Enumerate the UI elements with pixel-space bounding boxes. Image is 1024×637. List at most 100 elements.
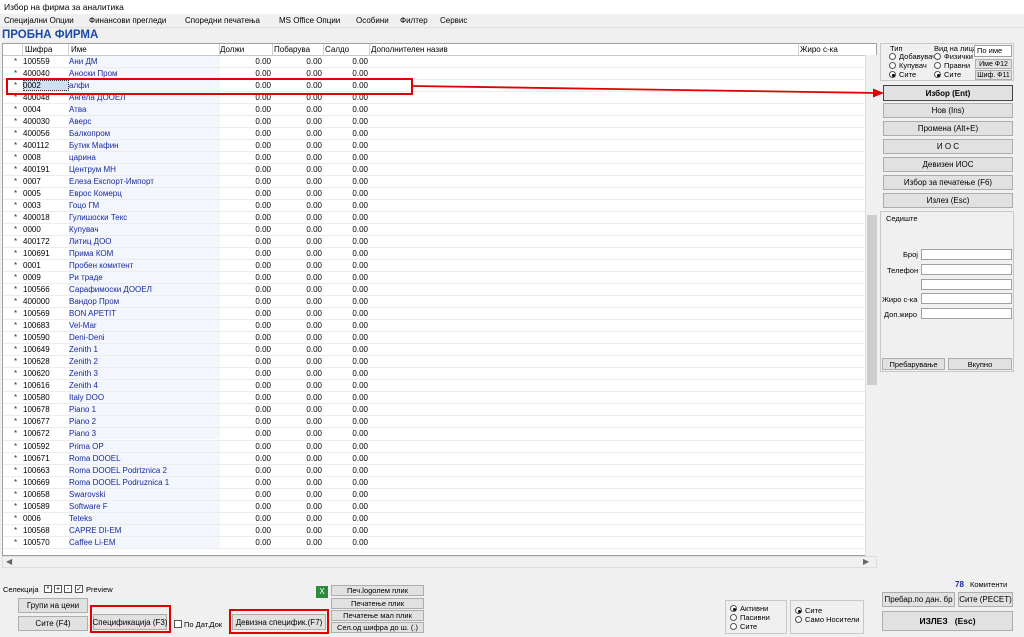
menu-special-options[interactable]: Специјални Опции — [4, 16, 74, 25]
search-by-tax-button[interactable]: Пребар.по дан. бр — [882, 592, 955, 607]
exit-main-button[interactable]: ИЗЛЕЗ (Esc) — [882, 611, 1013, 631]
table-row[interactable]: * 0001 Пробен комитент 0.00 0.00 0.00 — [3, 260, 865, 273]
by-doc-date-checkbox[interactable] — [174, 620, 182, 628]
search-by-name-button[interactable]: Име Ф12 — [975, 59, 1012, 69]
table-row[interactable]: * 0008 царина 0.00 0.00 0.00 — [3, 152, 865, 165]
table-row[interactable]: * 100590 Deni-Deni 0.00 0.00 0.00 — [3, 332, 865, 345]
table-row[interactable]: * 0007 Елеза Експорт-Импорт 0.00 0.00 0.00 — [3, 176, 865, 189]
exit-button[interactable]: Излез (Esc) — [883, 193, 1013, 208]
partners-grid[interactable]: Шифра Име Должи Побарува Салдо Дополните… — [2, 43, 877, 556]
tip-supplier-radio[interactable] — [889, 53, 896, 60]
table-row[interactable]: * 100580 Italy DOO 0.00 0.00 0.00 — [3, 392, 865, 405]
number-field[interactable] — [921, 249, 1012, 260]
status-active-radio[interactable] — [730, 605, 737, 612]
status-all-radio[interactable] — [730, 623, 737, 630]
scroll-left-icon[interactable]: ◀ — [6, 557, 12, 566]
status-passive-radio[interactable] — [730, 614, 737, 621]
menu-service[interactable]: Сервис — [440, 16, 467, 25]
carrier-all-radio[interactable] — [795, 607, 802, 614]
col-header-pobaruva[interactable]: Побарува — [274, 45, 310, 54]
giro-field[interactable] — [921, 293, 1012, 304]
select-button[interactable]: Избор (Ent) — [883, 85, 1013, 101]
table-row[interactable]: * 100620 Zenith 3 0.00 0.00 0.00 — [3, 368, 865, 381]
table-row[interactable]: * 0009 Ри траде 0.00 0.00 0.00 — [3, 272, 865, 285]
menu-side-prints[interactable]: Споредни печатења — [185, 16, 260, 25]
table-row[interactable]: * 400112 Бутик Мафин 0.00 0.00 0.00 — [3, 140, 865, 153]
menu-ms-office[interactable]: MS Office Опции — [279, 16, 340, 25]
scroll-right-icon[interactable]: ▶ — [863, 557, 869, 566]
table-row[interactable]: * 0004 Атва 0.00 0.00 0.00 — [3, 104, 865, 117]
select-add-icon[interactable]: + — [54, 585, 62, 593]
table-row[interactable]: * 100691 Прима КОМ 0.00 0.00 0.00 — [3, 248, 865, 261]
print-envelope-button[interactable]: Печатење плик — [331, 598, 424, 609]
ios-button[interactable]: И О С — [883, 139, 1013, 154]
table-row[interactable]: * 100568 CAPRE DI-EM 0.00 0.00 0.00 — [3, 524, 865, 537]
menu-financial-reports[interactable]: Финансови прегледи — [89, 16, 166, 25]
excel-icon[interactable]: X — [316, 586, 328, 598]
table-row[interactable]: * 100616 Zenith 4 0.00 0.00 0.00 — [3, 380, 865, 393]
table-row[interactable]: * 100559 Ани ДМ 0.00 0.00 0.00 — [3, 56, 865, 69]
additional-giro-field[interactable] — [921, 308, 1012, 319]
table-row[interactable]: * 100570 Caffee Li-EM 0.00 0.00 0.00 — [3, 536, 865, 549]
table-row[interactable]: * 100569 BON APETIT 0.00 0.00 0.00 — [3, 308, 865, 321]
table-row[interactable]: * 0003 Гоцо ГМ 0.00 0.00 0.00 — [3, 200, 865, 213]
table-row[interactable]: * 100658 Swarovski 0.00 0.00 0.00 — [3, 488, 865, 501]
col-header-code[interactable]: Шифра — [25, 45, 52, 54]
table-row[interactable]: * 100649 Zenith 1 0.00 0.00 0.00 — [3, 344, 865, 357]
table-row[interactable]: * 100589 Software F 0.00 0.00 0.00 — [3, 500, 865, 513]
search-by-code-button[interactable]: Шиф. Ф11 — [975, 70, 1012, 80]
vertical-scroll-thumb[interactable] — [867, 215, 877, 385]
table-row[interactable]: * 100663 Roma DOOEL Podrtznica 2 0.00 0.00 0.… — [3, 464, 865, 477]
table-row[interactable]: * 400172 Литиц ДОО 0.00 0.00 0.00 — [3, 236, 865, 249]
carrier-only-radio[interactable] — [795, 616, 802, 623]
table-row[interactable]: * 0005 Еврос Комерц 0.00 0.00 0.00 — [3, 188, 865, 201]
select-code-range-button[interactable]: Сел.од шифра до ш. (.) — [331, 622, 424, 633]
vid-physical-radio[interactable] — [934, 53, 941, 60]
col-header-saldo[interactable]: Салдо — [325, 45, 349, 54]
tip-buyer-radio[interactable] — [889, 62, 896, 69]
table-row[interactable]: * 400056 Балкопром 0.00 0.00 0.00 — [3, 128, 865, 141]
edit-button[interactable]: Промена (Alt+E) — [883, 121, 1013, 136]
select-all-icon[interactable]: * — [44, 585, 52, 593]
col-header-name[interactable]: Име — [71, 45, 87, 54]
table-row[interactable]: * 400000 Вандор Пром 0.00 0.00 0.00 — [3, 296, 865, 309]
table-row[interactable]: * 0006 Teteks 0.00 0.00 0.00 — [3, 512, 865, 525]
table-row[interactable]: * 400030 Аверс 0.00 0.00 0.00 — [3, 116, 865, 129]
phone-field[interactable] — [921, 264, 1012, 275]
menu-properties[interactable]: Особини — [356, 16, 389, 25]
table-row[interactable]: * 100671 Roma DOOEL 0.00 0.00 0.00 — [3, 452, 865, 465]
search-mode-field[interactable]: По име — [974, 45, 1012, 57]
table-row[interactable]: * 100678 Piano 1 0.00 0.00 0.00 — [3, 404, 865, 417]
table-row[interactable]: * 100669 Roma DOOEL Podruznica 1 0.00 0.00 0.… — [3, 476, 865, 489]
col-header-additional[interactable]: Дополнителен назив — [371, 45, 448, 54]
col-header-ziro[interactable]: Жиро с-ка — [800, 45, 838, 54]
reset-all-button[interactable]: Сите (РЕСЕТ) — [958, 592, 1013, 607]
table-row[interactable]: * 400191 Центрум МН 0.00 0.00 0.00 — [3, 164, 865, 177]
vid-legal-radio[interactable] — [934, 62, 941, 69]
vid-all-radio[interactable] — [934, 71, 941, 78]
menu-filter[interactable]: Филтер — [400, 16, 428, 25]
tip-all-radio[interactable] — [889, 71, 896, 78]
select-remove-icon[interactable]: - — [64, 585, 72, 593]
foreign-ios-button[interactable]: Девизен ИОС — [883, 157, 1013, 172]
preview-checkbox[interactable]: ✓ — [75, 585, 83, 593]
col-header-dolzi[interactable]: Должи — [220, 45, 244, 54]
table-row[interactable]: * 100677 Piano 2 0.00 0.00 0.00 — [3, 416, 865, 429]
table-row[interactable]: * 0000 Купувач 0.00 0.00 0.00 — [3, 224, 865, 237]
total-button[interactable]: Вкупно — [948, 358, 1012, 370]
search-button[interactable]: Пребарување — [882, 358, 945, 370]
all-f4-button[interactable]: Сите (F4) — [18, 616, 88, 631]
table-row[interactable]: * 400018 Гулишоски Текс 0.00 0.00 0.00 — [3, 212, 865, 225]
extra-field[interactable] — [921, 279, 1012, 290]
select-for-print-button[interactable]: Избор за печатење (F6) — [883, 175, 1013, 190]
price-groups-button[interactable]: Групи на цени — [18, 598, 88, 613]
print-small-envelope-button[interactable]: Печатење мал плик — [331, 610, 424, 621]
table-row[interactable]: * 100672 Piano 3 0.00 0.00 0.00 — [3, 428, 865, 441]
table-row[interactable]: * 100592 Prima OP 0.00 0.00 0.00 — [3, 440, 865, 453]
table-row[interactable]: * 100566 Сарафимоски ДООЕЛ 0.00 0.00 0.00 — [3, 284, 865, 297]
table-row[interactable]: * 100683 Vel-Mar 0.00 0.00 0.00 — [3, 320, 865, 333]
grid-horizontal-scrollbar[interactable]: ◀ ▶ — [2, 556, 877, 568]
table-row[interactable]: * 100628 Zenith 2 0.00 0.00 0.00 — [3, 356, 865, 369]
grid-vertical-scrollbar[interactable] — [865, 55, 877, 556]
print-large-envelope-button[interactable]: Печ.logолем плик — [331, 585, 424, 596]
